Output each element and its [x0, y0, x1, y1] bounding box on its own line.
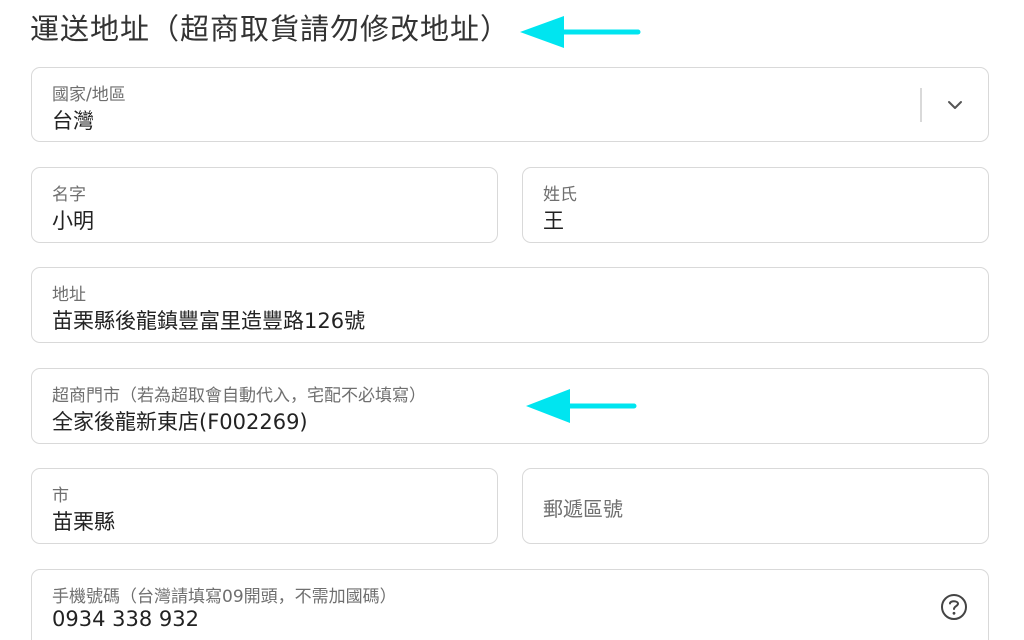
country-label: 國家/地區	[52, 85, 126, 105]
store-value: 全家後龍新東店(F002269)	[52, 410, 308, 434]
first-name-value: 小明	[52, 209, 94, 233]
chevron-down-icon[interactable]	[944, 96, 966, 114]
city-value: 苗栗縣	[52, 510, 115, 534]
city-field[interactable]: 市 苗栗縣	[31, 468, 498, 544]
country-value: 台灣	[52, 109, 94, 133]
select-divider	[920, 88, 922, 122]
phone-value: 0934 338 932	[52, 607, 199, 631]
first-name-label: 名字	[52, 185, 86, 205]
last-name-value: 王	[543, 209, 564, 233]
country-select[interactable]: 國家/地區 台灣	[31, 67, 989, 142]
last-name-field[interactable]: 姓氏 王	[522, 167, 989, 243]
section-title: 運送地址（超商取貨請勿修改地址）	[30, 12, 511, 46]
first-name-field[interactable]: 名字 小明	[31, 167, 498, 243]
address-field[interactable]: 地址 苗栗縣後龍鎮豐富里造豐路126號	[31, 267, 989, 343]
store-label: 超商門市（若為超取會自動代入，宅配不必填寫）	[52, 386, 426, 406]
convenience-store-field[interactable]: 超商門市（若為超取會自動代入，宅配不必填寫） 全家後龍新東店(F002269)	[31, 368, 989, 444]
address-label: 地址	[52, 285, 86, 305]
address-value: 苗栗縣後龍鎮豐富里造豐路126號	[52, 309, 366, 333]
postal-code-field[interactable]: 郵遞區號	[522, 468, 989, 544]
postal-code-placeholder: 郵遞區號	[543, 497, 623, 521]
phone-label: 手機號碼（台灣請填寫09開頭，不需加國碼）	[52, 587, 397, 607]
city-label: 市	[52, 486, 69, 506]
shipping-address-form: 運送地址（超商取貨請勿修改地址） 國家/地區 台灣 名字 小明 姓氏 王 地址 …	[0, 0, 1024, 640]
annotation-arrow-store	[526, 389, 637, 423]
annotation-arrow-title	[520, 16, 641, 48]
phone-field[interactable]: 手機號碼（台灣請填寫09開頭，不需加國碼） 0934 338 932	[31, 569, 989, 640]
last-name-label: 姓氏	[543, 185, 577, 205]
help-circle-icon[interactable]	[939, 592, 969, 622]
